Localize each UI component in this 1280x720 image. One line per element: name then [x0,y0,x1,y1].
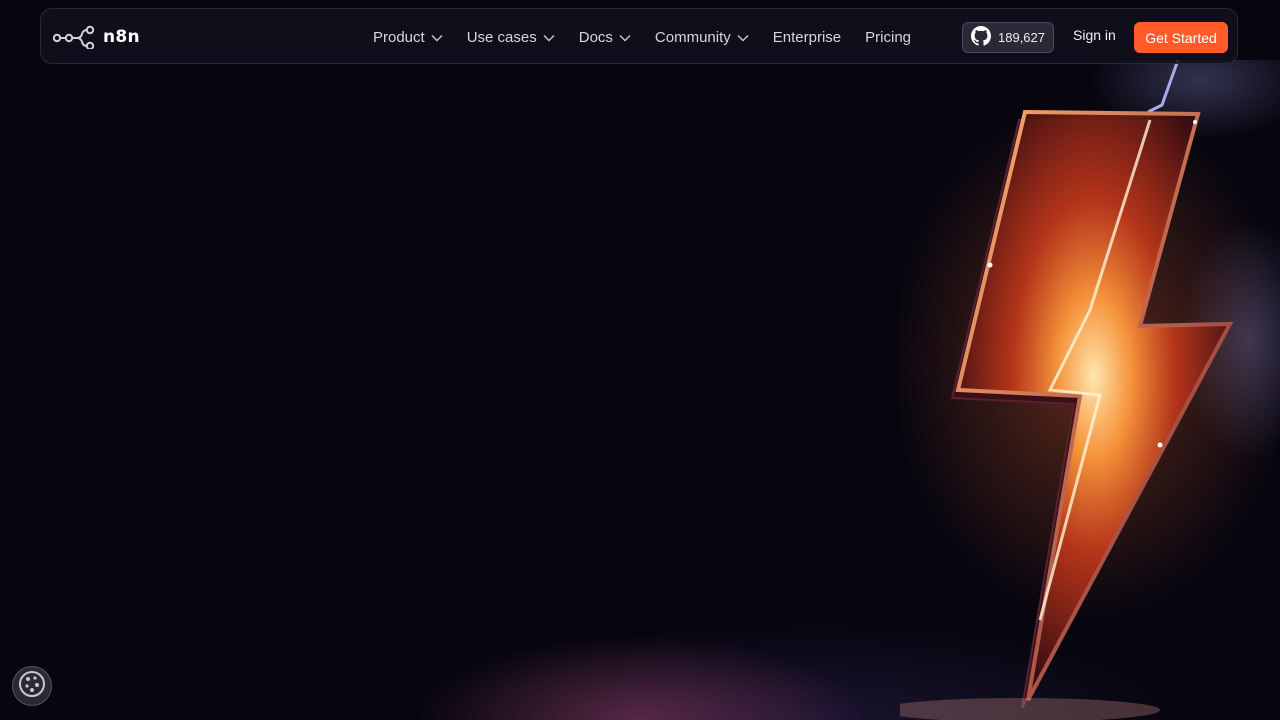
primary-nav: Product Use cases Docs Community Enterpr… [373,9,935,65]
github-icon [971,26,991,49]
nav-item-label: Use cases [466,28,537,46]
github-stars-button[interactable]: 189,627 [962,22,1054,53]
n8n-logo-icon [53,25,99,49]
top-navbar: n8n Product Use cases Docs Community Ent… [40,8,1238,64]
nav-item-label: Enterprise [772,28,842,46]
get-started-button[interactable]: Get Started [1134,22,1228,53]
nav-item-community[interactable]: Community [655,29,749,46]
nav-item-label: Docs [578,28,613,46]
brand-logo[interactable]: n8n [53,23,140,51]
page: n8n Product Use cases Docs Community Ent… [0,0,1280,720]
cookie-icon [17,669,47,704]
nav-item-enterprise[interactable]: Enterprise [773,29,841,46]
nav-item-product[interactable]: Product [373,29,443,46]
nav-item-label: Community [654,28,731,46]
chevron-down-icon [543,29,555,46]
sign-in-link[interactable]: Sign in [1073,27,1116,43]
chevron-down-icon [431,29,443,46]
nav-item-use-cases[interactable]: Use cases [467,29,555,46]
nav-item-docs[interactable]: Docs [579,29,631,46]
nav-item-label: Product [373,28,425,46]
nav-item-label: Pricing [865,28,912,46]
chevron-down-icon [619,29,631,46]
lightning-bolt-artwork [880,20,1280,720]
chevron-down-icon [737,29,749,46]
github-star-count: 189,627 [998,30,1045,45]
nav-item-pricing[interactable]: Pricing [865,29,911,46]
cookie-settings-button[interactable] [12,666,52,706]
brand-name: n8n [103,27,140,47]
